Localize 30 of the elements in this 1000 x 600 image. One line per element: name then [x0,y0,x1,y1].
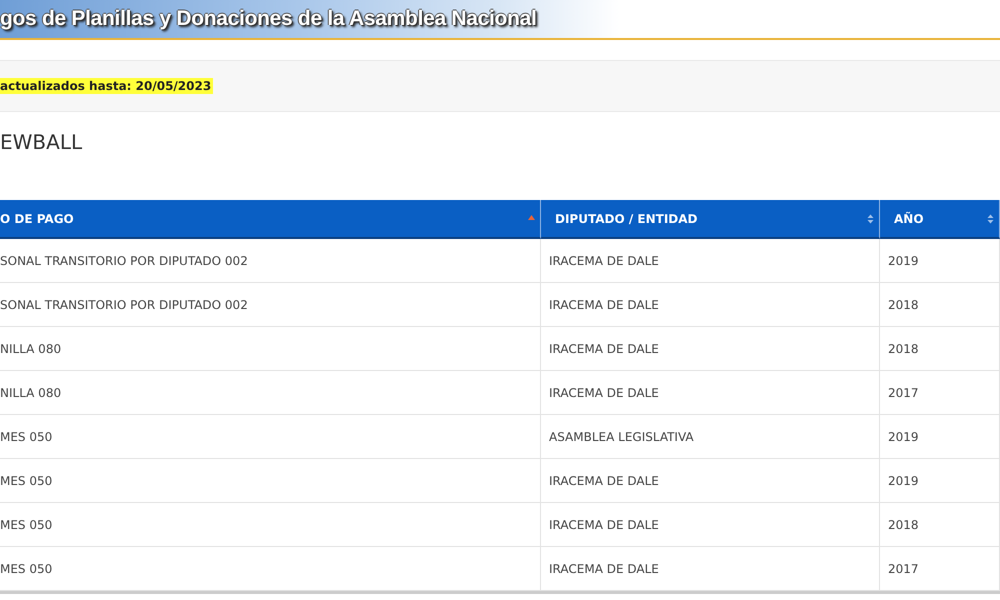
table-cell: MES 050 [0,459,541,503]
column-header[interactable]: AÑO [880,200,1000,239]
table-cell: IRACEMA DE DALE [541,371,880,415]
table-cell: 2018 [880,503,1000,547]
table-cell: 2018 [880,327,1000,371]
table-cell: 2018 [880,283,1000,327]
table-cell: IRACEMA DE DALE [541,283,880,327]
table-cell: IRACEMA DE DALE [541,239,880,283]
table-cell: 2019 [880,415,1000,459]
page-heading: EWBALL [0,130,84,156]
column-header[interactable]: DIPUTADO / ENTIDAD [541,200,880,239]
table-cell: ASAMBLEA LEGISLATIVA [541,415,880,459]
table-cell: IRACEMA DE DALE [541,503,880,547]
table-cell: MES 050 [0,503,541,547]
table-cell: MES 050 [0,415,541,459]
table-cell: SONAL TRANSITORIO POR DIPUTADO 002 [0,283,541,327]
table-cell: IRACEMA DE DALE [541,547,880,591]
table-cell: 2017 [880,547,1000,591]
table-cell: MES 050 [0,547,541,591]
update-notice: actualizados hasta: 20/05/2023 [0,78,214,94]
table-cell: SONAL TRANSITORIO POR DIPUTADO 002 [0,239,541,283]
table-cell: 2019 [880,459,1000,503]
table-cell: 2019 [880,239,1000,283]
table-cell: NILLA 080 [0,371,541,415]
table-cell: IRACEMA DE DALE [541,327,880,371]
table-cell: IRACEMA DE DALE [541,459,880,503]
column-header[interactable]: O DE PAGO [0,200,541,239]
site-title: gos de Planillas y Donaciones de la Asamblea Nacional [0,7,537,31]
table-cell: NILLA 080 [0,327,541,371]
table-cell: 2017 [880,371,1000,415]
